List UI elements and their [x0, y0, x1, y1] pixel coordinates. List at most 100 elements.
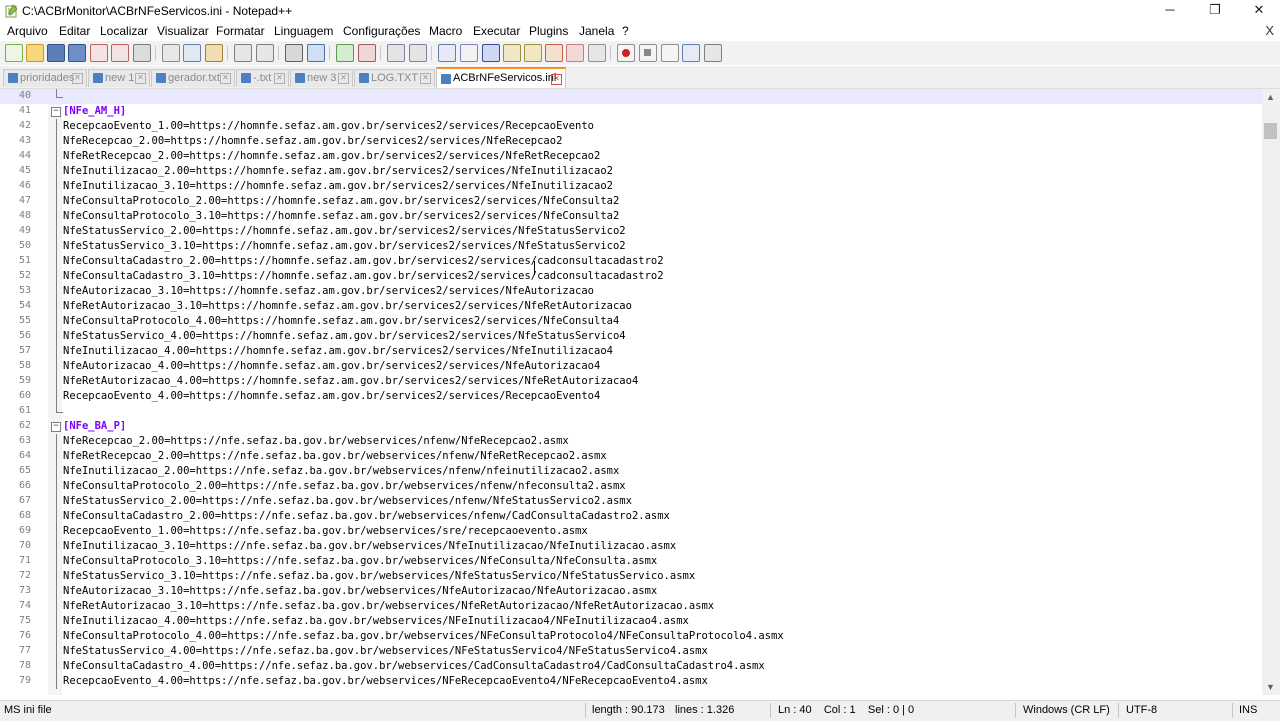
close-document-button[interactable]: X: [1265, 23, 1274, 38]
text-editor[interactable]: 40 41− [NFe_AM_H] 42 RecepcaoEvento_1.00=htt…: [0, 89, 1262, 695]
code-line[interactable]: 63 NfeRecepcao_2.00=https://nfe.sefaz.ba.…: [0, 434, 1262, 449]
code-line[interactable]: 77 NfeStatusServico_4.00=https://nfe.sefa…: [0, 644, 1262, 659]
code-line[interactable]: 75 NfeInutilizacao_4.00=https://nfe.sefaz…: [0, 614, 1262, 629]
stop-macro-icon[interactable]: [639, 44, 657, 62]
code-line[interactable]: 60 RecepcaoEvento_4.00=https://homnfe.sef…: [0, 389, 1262, 404]
tab-new-1[interactable]: new 1 ✕: [88, 69, 150, 87]
zoom-out-icon[interactable]: [358, 44, 376, 62]
tab-log-txt[interactable]: LOG.TXT ✕: [354, 69, 435, 87]
tab-close-icon[interactable]: ✕: [551, 74, 562, 85]
scrollbar-thumb[interactable]: [1264, 123, 1277, 139]
doc-map-icon[interactable]: [503, 44, 521, 62]
tab-gerador-txt[interactable]: gerador.txt ✕: [151, 69, 235, 87]
record-macro-icon[interactable]: [617, 44, 635, 62]
word-wrap-icon[interactable]: [438, 44, 456, 62]
code-line[interactable]: 78 NfeConsultaCadastro_4.00=https://nfe.s…: [0, 659, 1262, 674]
section-line[interactable]: 41 − [NFe_AM_H]: [0, 104, 1262, 119]
code-line[interactable]: 51 NfeConsultaCadastro_2.00=https://homnf…: [0, 254, 1262, 269]
tab-close-icon[interactable]: ✕: [135, 73, 146, 84]
tab-close-icon[interactable]: ✕: [338, 73, 349, 84]
menu-localizar[interactable]: Localizar: [100, 24, 148, 38]
tab-new-3[interactable]: new 3 ✕: [290, 69, 353, 87]
menu-linguagem[interactable]: Linguagem: [274, 24, 333, 38]
menu-plugins[interactable]: Plugins: [529, 24, 568, 38]
tab-prioridades[interactable]: prioridades ✕: [3, 69, 87, 87]
open-file-icon[interactable]: [26, 44, 44, 62]
new-file-icon[interactable]: [5, 44, 23, 62]
code-line[interactable]: 56 NfeStatusServico_4.00=https://homnfe.s…: [0, 329, 1262, 344]
code-line[interactable]: 71 NfeConsultaProtocolo_3.10=https://nfe.…: [0, 554, 1262, 569]
tab-close-icon[interactable]: ✕: [220, 73, 231, 84]
menu-macro[interactable]: Macro: [429, 24, 462, 38]
maximize-button[interactable]: ❐: [1193, 0, 1237, 22]
code-line[interactable]: 67 NfeStatusServico_2.00=https://nfe.sefa…: [0, 494, 1262, 509]
tab-acbrnfeservicos-ini[interactable]: ACBrNFeServicos.ini ✕: [436, 67, 566, 88]
copy-icon[interactable]: [183, 44, 201, 62]
code-line[interactable]: 52 NfeConsultaCadastro_3.10=https://homnf…: [0, 269, 1262, 284]
indent-guide-icon[interactable]: [482, 44, 500, 62]
menu-arquivo[interactable]: Arquivo: [7, 24, 48, 38]
paste-icon[interactable]: [205, 44, 223, 62]
code-line[interactable]: 64 NfeRetRecepcao_2.00=https://nfe.sefaz.…: [0, 449, 1262, 464]
code-line[interactable]: 49 NfeStatusServico_2.00=https://homnfe.s…: [0, 224, 1262, 239]
undo-icon[interactable]: [234, 44, 252, 62]
section-line[interactable]: 62 − [NFe_BA_P]: [0, 419, 1262, 434]
code-line[interactable]: 44 NfeRetRecepcao_2.00=https://homnfe.sef…: [0, 149, 1262, 164]
replace-icon[interactable]: [307, 44, 325, 62]
redo-icon[interactable]: [256, 44, 274, 62]
menu-configuracoes[interactable]: Configurações: [343, 24, 420, 38]
function-list-icon[interactable]: [524, 44, 542, 62]
code-line[interactable]: 65 NfeInutilizacao_2.00=https://nfe.sefaz…: [0, 464, 1262, 479]
code-line[interactable]: 59 NfeRetAutorizacao_4.00=https://homnfe.…: [0, 374, 1262, 389]
close-window-button[interactable]: ✕: [1237, 0, 1280, 22]
code-line[interactable]: 72 NfeStatusServico_3.10=https://nfe.sefa…: [0, 569, 1262, 584]
tab-close-icon[interactable]: ✕: [72, 73, 83, 84]
folder-workspace-icon[interactable]: [545, 44, 563, 62]
code-line[interactable]: 43 NfeRecepcao_2.00=https://homnfe.sefaz.…: [0, 134, 1262, 149]
code-line[interactable]: 57 NfeInutilizacao_4.00=https://homnfe.se…: [0, 344, 1262, 359]
menu-executar[interactable]: Executar: [473, 24, 520, 38]
menu-editar[interactable]: Editar: [59, 24, 90, 38]
code-line[interactable]: 61: [0, 404, 1262, 419]
find-icon[interactable]: [285, 44, 303, 62]
show-all-chars-icon[interactable]: [460, 44, 478, 62]
code-line[interactable]: 58 NfeAutorizacao_4.00=https://homnfe.sef…: [0, 359, 1262, 374]
scroll-up-icon[interactable]: ▲: [1266, 92, 1275, 102]
menu-janela[interactable]: Janela: [579, 24, 614, 38]
tab-close-icon[interactable]: ✕: [420, 73, 431, 84]
eye-icon[interactable]: [588, 44, 606, 62]
cut-icon[interactable]: [162, 44, 180, 62]
code-line[interactable]: 76 NfeConsultaProtocolo_4.00=https://nfe.…: [0, 629, 1262, 644]
menu-formatar[interactable]: Formatar: [216, 24, 265, 38]
code-line[interactable]: 73 NfeAutorizacao_3.10=https://nfe.sefaz.…: [0, 584, 1262, 599]
close-icon[interactable]: [90, 44, 108, 62]
print-icon[interactable]: [133, 44, 151, 62]
save-all-icon[interactable]: [68, 44, 86, 62]
vertical-scrollbar[interactable]: ▲ ▼: [1262, 89, 1280, 695]
code-line[interactable]: 47 NfeConsultaProtocolo_2.00=https://homn…: [0, 194, 1262, 209]
monitoring-icon[interactable]: [566, 44, 584, 62]
code-line[interactable]: 40: [0, 89, 1262, 104]
code-line[interactable]: 79 RecepcaoEvento_4.00=https://nfe.sefaz.…: [0, 674, 1262, 689]
code-line[interactable]: 42 RecepcaoEvento_1.00=https://homnfe.sef…: [0, 119, 1262, 134]
fold-toggle-icon[interactable]: −: [51, 107, 61, 117]
sync-horizontal-icon[interactable]: [409, 44, 427, 62]
fold-toggle-icon[interactable]: −: [51, 422, 61, 432]
sync-vertical-icon[interactable]: [387, 44, 405, 62]
close-all-icon[interactable]: [111, 44, 129, 62]
scroll-down-icon[interactable]: ▼: [1266, 682, 1275, 692]
run-macro-multiple-icon[interactable]: [682, 44, 700, 62]
zoom-in-icon[interactable]: [336, 44, 354, 62]
save-icon[interactable]: [47, 44, 65, 62]
code-line[interactable]: 53 NfeAutorizacao_3.10=https://homnfe.sef…: [0, 284, 1262, 299]
menu-help[interactable]: ?: [622, 24, 629, 38]
play-macro-icon[interactable]: [661, 44, 679, 62]
code-line[interactable]: 70 NfeInutilizacao_3.10=https://nfe.sefaz…: [0, 539, 1262, 554]
code-line[interactable]: 48 NfeConsultaProtocolo_3.10=https://homn…: [0, 209, 1262, 224]
menu-visualizar[interactable]: Visualizar: [157, 24, 209, 38]
code-line[interactable]: 50 NfeStatusServico_3.10=https://homnfe.s…: [0, 239, 1262, 254]
code-line[interactable]: 46 NfeInutilizacao_3.10=https://homnfe.se…: [0, 179, 1262, 194]
tab-dash-txt[interactable]: -.txt ✕: [236, 69, 289, 87]
code-line[interactable]: 66 NfeConsultaProtocolo_2.00=https://nfe.…: [0, 479, 1262, 494]
code-line[interactable]: 69 RecepcaoEvento_1.00=https://nfe.sefaz.…: [0, 524, 1262, 539]
